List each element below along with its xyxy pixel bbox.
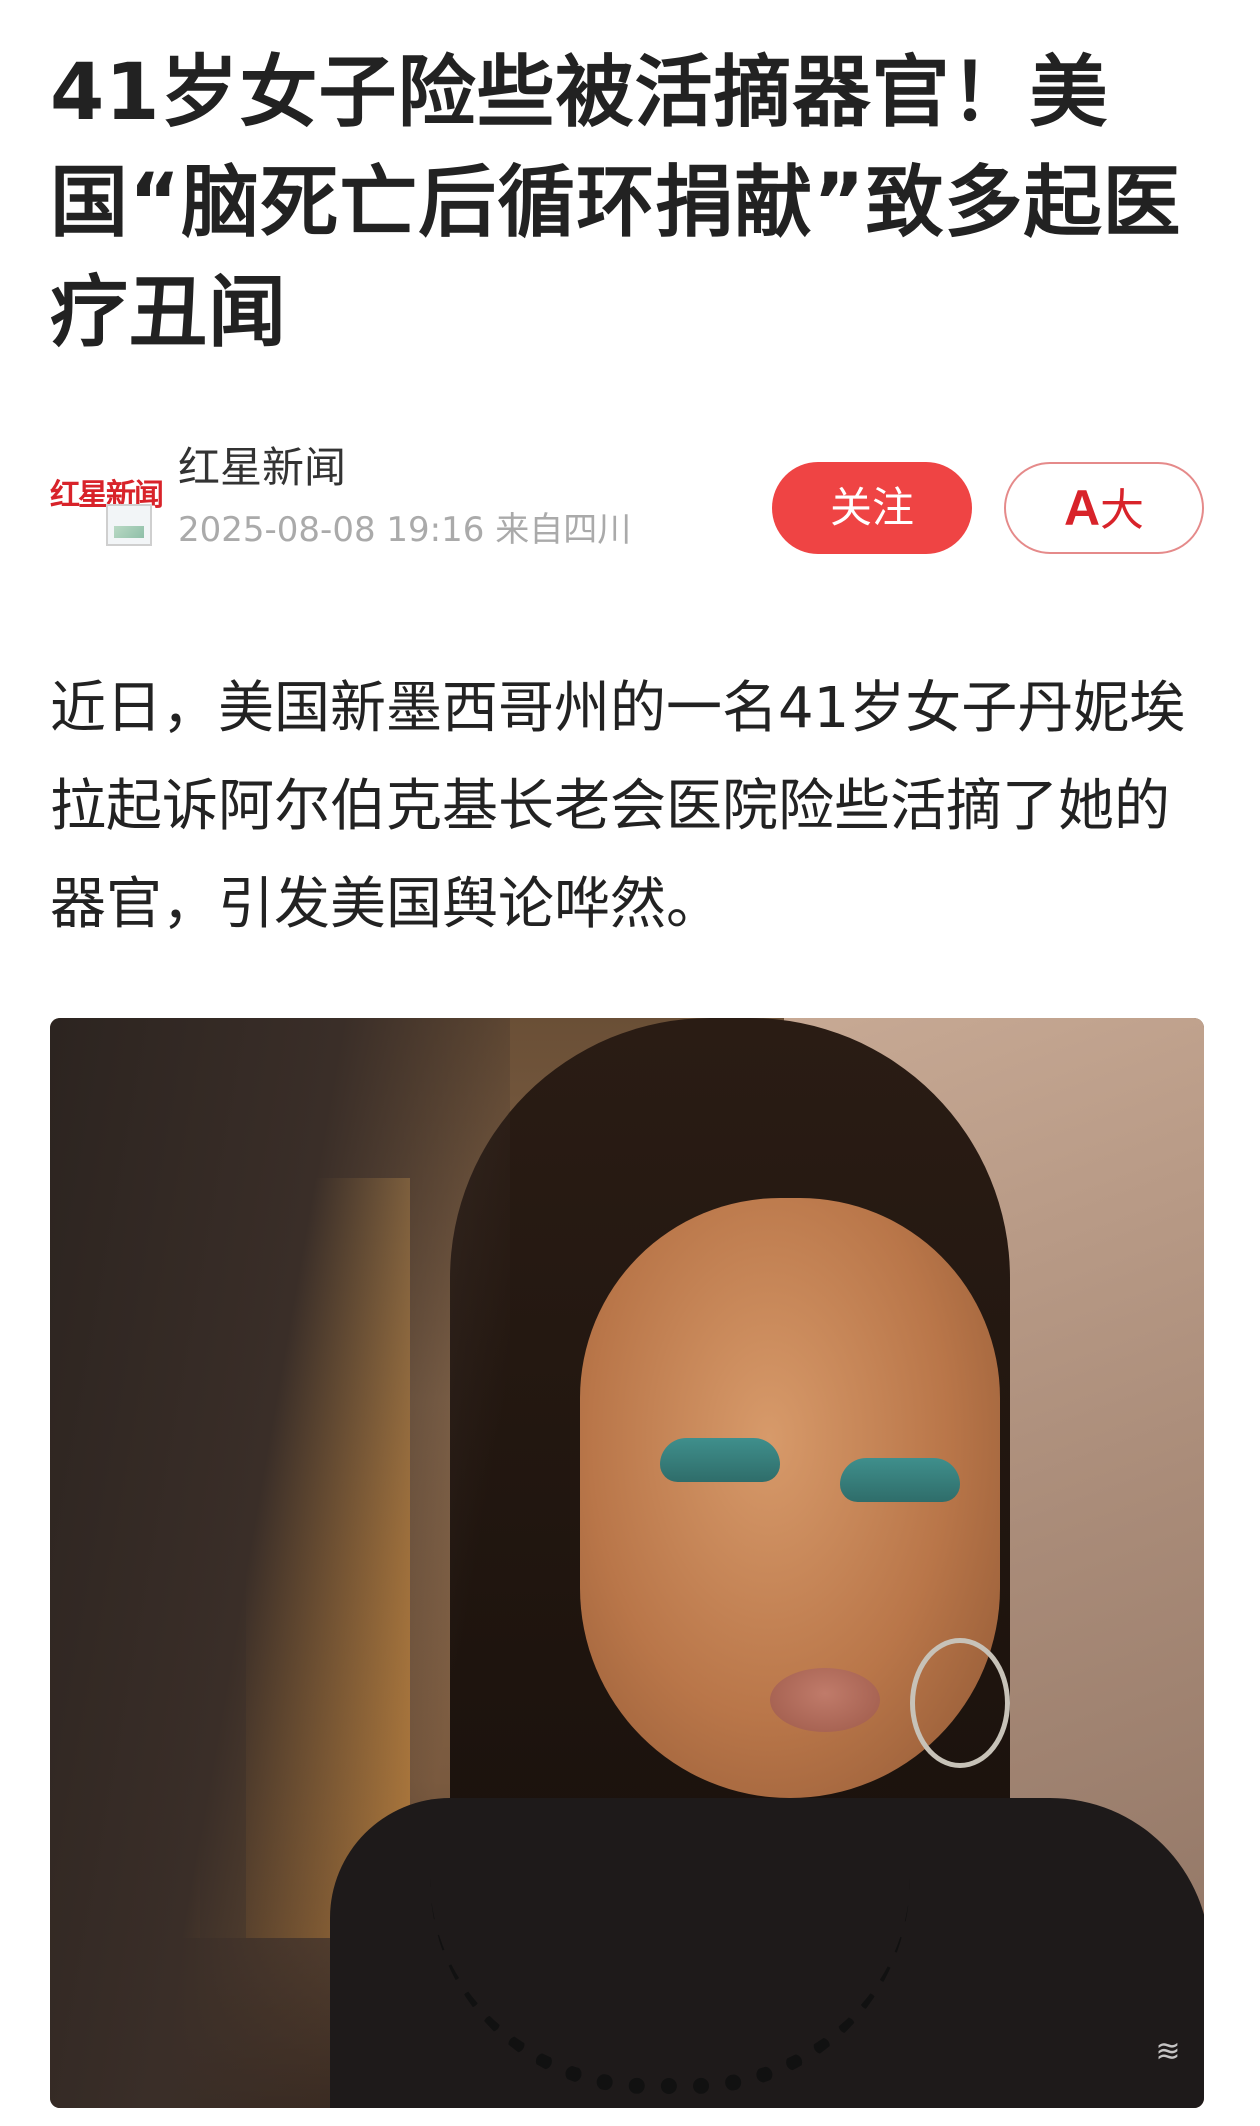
publish-datetime: 2025-08-08 19:16 来自四川 (178, 510, 632, 550)
watermark-icon: ≋ (1155, 2034, 1181, 2069)
article-page: 41岁女子险些被活摘器官！美国“脑死亡后循环捐献”致多起医疗丑闻 红星新闻 红星… (0, 0, 1260, 2126)
article-photo[interactable]: ≋ (50, 1018, 1204, 2108)
photo-earring (910, 1638, 1010, 1768)
font-size-icon: A (1063, 480, 1101, 536)
photo-eye-left (660, 1438, 780, 1482)
article-title: 41岁女子险些被活摘器官！美国“脑死亡后循环捐献”致多起医疗丑闻 (50, 48, 1182, 358)
image-placeholder-icon (106, 504, 152, 546)
font-size-label: 大 (1100, 485, 1145, 536)
source-bar: 红星新闻 红星新闻 2025-08-08 19:16 来自四川 关注 A大 (50, 440, 1210, 560)
photo-eye-right (840, 1458, 960, 1502)
source-avatar[interactable]: 红星新闻 (50, 470, 164, 546)
article-lead-paragraph: 近日，美国新墨西哥州的一名41岁女子丹妮埃拉起诉阿尔伯克基长老会医院险些活摘了她… (50, 676, 1186, 937)
photo-lips (770, 1668, 880, 1732)
follow-button[interactable]: 关注 (772, 462, 972, 554)
source-name[interactable]: 红星新闻 (178, 440, 346, 496)
font-size-button[interactable]: A大 (1004, 462, 1204, 554)
